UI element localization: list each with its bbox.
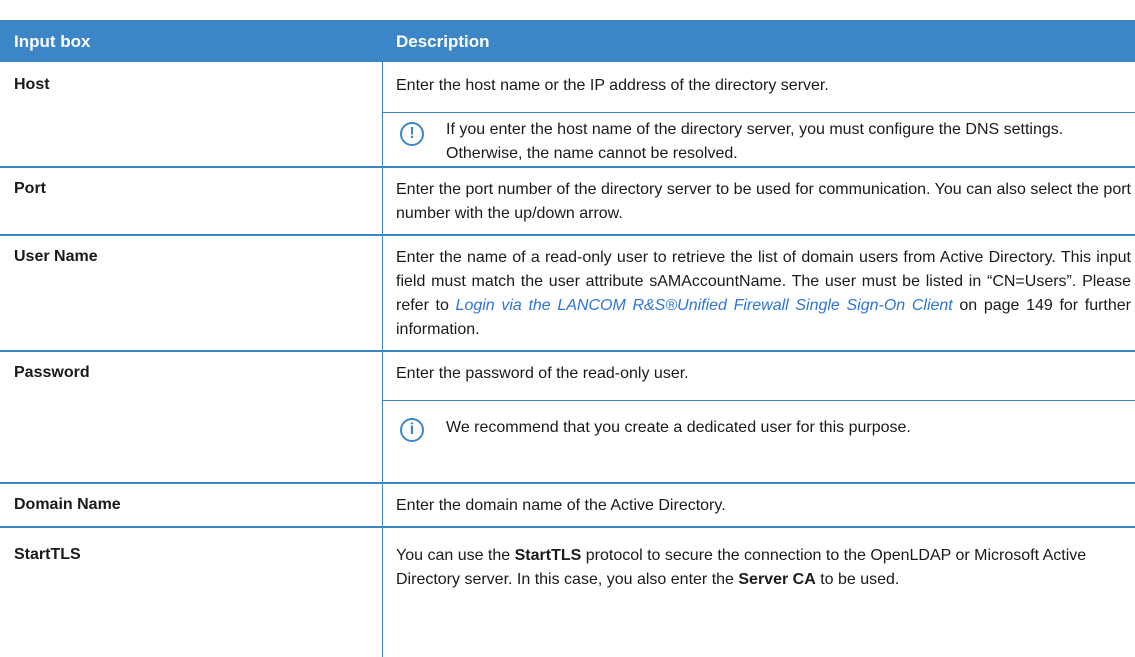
starttls-term: StartTLS <box>514 547 582 564</box>
note-text: If you enter the host name of the direct… <box>446 121 1064 162</box>
note-text: We recommend that you create a dedicated… <box>446 419 911 436</box>
info-icon: i <box>400 418 424 442</box>
table-header: Input box Description <box>0 22 1135 62</box>
note-divider <box>383 112 1135 113</box>
table-row-username: User Name Enter the name of a read-only … <box>0 236 1135 350</box>
row-label: Port <box>14 180 46 197</box>
row-label: Password <box>14 364 90 381</box>
row-description: Enter the port number of the directory s… <box>396 181 1131 222</box>
row-label: Domain Name <box>14 496 121 513</box>
row-description: You can use the StartTLS protocol to sec… <box>396 544 1131 592</box>
table-row-port: Port Enter the port number of the direct… <box>0 168 1135 234</box>
server-ca-term: Server CA <box>738 571 816 588</box>
note-divider <box>383 400 1135 401</box>
description-text: You can use the <box>396 547 515 564</box>
description-text-end: to be used. <box>815 571 900 588</box>
warning-icon: ! <box>400 122 424 146</box>
cross-reference-link[interactable]: Login via the LANCOM R&S®Unified Firewal… <box>456 297 953 314</box>
header-description: Description <box>396 32 490 51</box>
row-label: User Name <box>14 248 98 265</box>
row-label: Host <box>14 76 50 93</box>
table-row-domain: Domain Name Enter the domain name of the… <box>0 484 1135 526</box>
row-description: Enter the password of the read-only user… <box>396 365 689 382</box>
row-label: StartTLS <box>14 546 81 563</box>
table-row-starttls: StartTLS You can use the StartTLS protoc… <box>0 528 1135 657</box>
row-description: Enter the domain name of the Active Dire… <box>396 497 726 514</box>
row-description: Enter the name of a read-only user to re… <box>396 246 1131 342</box>
row-description: Enter the host name or the IP address of… <box>396 77 829 94</box>
header-input-box: Input box <box>14 32 91 51</box>
